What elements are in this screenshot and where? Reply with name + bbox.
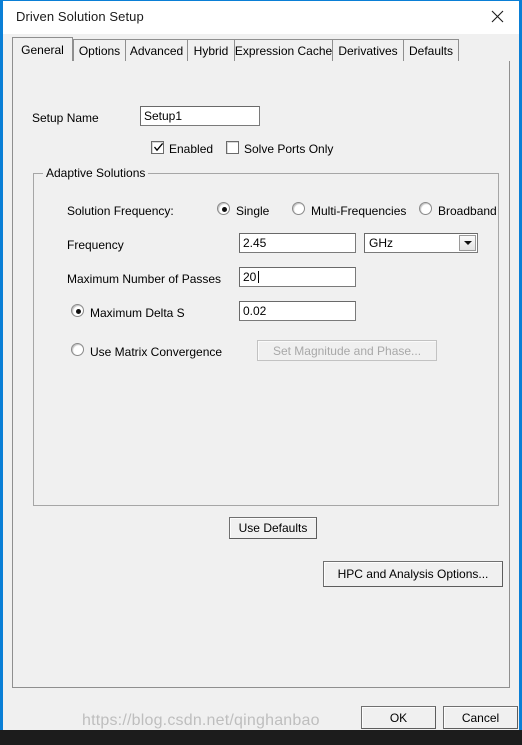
tab-label: Defaults — [408, 43, 454, 58]
set-magnitude-and-phase-label: Set Magnitude and Phase... — [272, 343, 422, 358]
max-passes-label: Maximum Number of Passes — [67, 272, 222, 286]
radio-dot — [75, 308, 81, 314]
radio-use-matrix-convergence[interactable] — [71, 343, 84, 356]
maximum-delta-s-label: Maximum Delta S — [90, 306, 185, 320]
ok-label: OK — [389, 710, 408, 725]
setup-name-label: Setup Name — [32, 111, 99, 125]
radio-multi-frequencies-label: Multi-Frequencies — [311, 204, 407, 218]
hpc-and-analysis-options-button[interactable]: HPC and Analysis Options... — [323, 561, 503, 587]
tab-hybrid[interactable]: Hybrid — [187, 39, 235, 61]
solution-frequency-label: Solution Frequency: — [67, 204, 174, 218]
radio-broadband[interactable] — [419, 202, 432, 215]
solve-ports-only-checkbox[interactable] — [226, 141, 239, 154]
radio-dot — [221, 206, 227, 212]
adaptive-solutions-group-title: Adaptive Solutions — [43, 166, 149, 180]
frequency-input[interactable] — [239, 233, 356, 253]
dialog-footer: OK Cancel — [3, 688, 519, 730]
hpc-and-analysis-options-label: HPC and Analysis Options... — [337, 567, 489, 581]
maximum-delta-s-input[interactable] — [239, 301, 356, 321]
max-passes-field-wrap — [239, 267, 356, 287]
tab-derivatives[interactable]: Derivatives — [332, 39, 404, 61]
radio-maximum-delta-s[interactable] — [71, 304, 84, 317]
cancel-label: Cancel — [461, 710, 500, 725]
chevron-down-icon[interactable] — [459, 235, 476, 251]
close-icon[interactable] — [475, 1, 519, 32]
use-defaults-label: Use Defaults — [238, 521, 308, 535]
tab-label: Derivatives — [338, 43, 398, 58]
solve-ports-only-label: Solve Ports Only — [244, 142, 334, 156]
tab-defaults[interactable]: Defaults — [403, 39, 459, 61]
frequency-label: Frequency — [67, 238, 124, 252]
tab-label: Advanced — [129, 43, 184, 58]
screen-bottom-band — [0, 730, 522, 745]
tab-label: Expression Cache — [234, 43, 333, 58]
tab-options[interactable]: Options — [73, 39, 126, 61]
use-defaults-button[interactable]: Use Defaults — [229, 517, 317, 539]
tab-label: General — [21, 42, 64, 57]
use-matrix-convergence-label: Use Matrix Convergence — [90, 345, 223, 359]
frequency-unit-combo[interactable]: GHz — [364, 233, 478, 253]
radio-multi-frequencies[interactable] — [292, 202, 305, 215]
enabled-checkbox[interactable] — [151, 141, 164, 154]
enabled-label: Enabled — [169, 142, 214, 156]
tab-advanced[interactable]: Advanced — [125, 39, 188, 61]
text-caret — [258, 271, 259, 283]
check-icon — [153, 142, 164, 152]
window-title: Driven Solution Setup — [16, 9, 144, 24]
ok-button[interactable]: OK — [361, 706, 436, 729]
adaptive-solutions-group: Adaptive Solutions Solution Frequency: S… — [33, 166, 499, 506]
dialog-client-area: General Options Advanced Hybrid Expressi… — [3, 34, 519, 730]
tab-label: Options — [78, 43, 121, 58]
cancel-button[interactable]: Cancel — [443, 706, 518, 729]
tab-expression-cache[interactable]: Expression Cache — [234, 39, 333, 61]
max-passes-input[interactable] — [239, 267, 356, 287]
setup-name-input[interactable] — [140, 106, 260, 126]
tab-general[interactable]: General — [12, 37, 73, 61]
dialog-window: Driven Solution Setup General Options Ad… — [0, 0, 522, 730]
radio-single-label: Single — [236, 204, 270, 218]
tab-label: Hybrid — [193, 43, 229, 58]
radio-single[interactable] — [217, 202, 230, 215]
title-bar: Driven Solution Setup — [3, 1, 519, 34]
tab-page-general: Setup Name Enabled Solve Ports Only Adap… — [12, 61, 510, 688]
set-magnitude-and-phase-button[interactable]: Set Magnitude and Phase... — [257, 340, 437, 361]
frequency-unit-value: GHz — [369, 236, 393, 250]
tab-strip: General Options Advanced Hybrid Expressi… — [12, 37, 510, 61]
radio-broadband-label: Broadband — [438, 204, 497, 218]
